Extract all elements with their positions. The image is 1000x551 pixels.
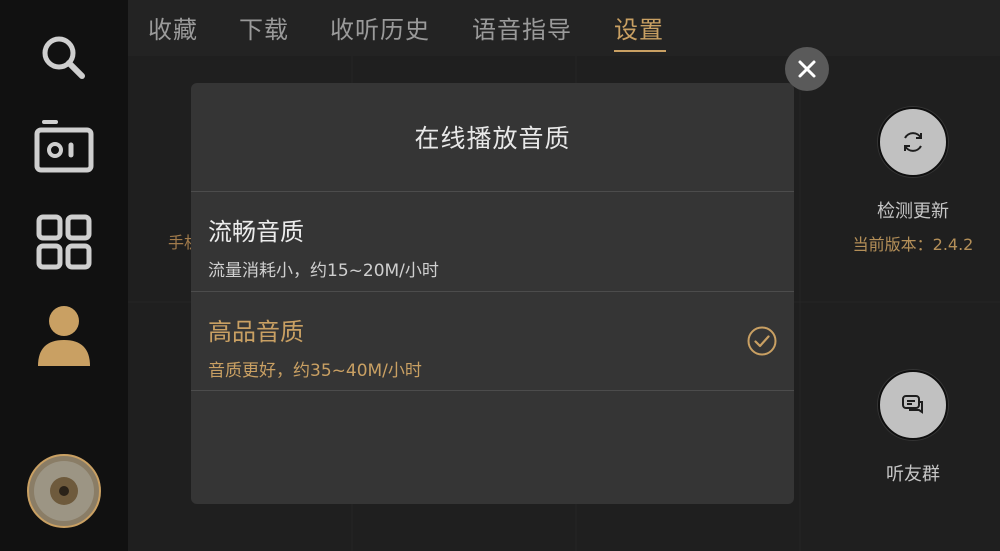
- grid-icon[interactable]: [34, 212, 94, 272]
- tab-settings[interactable]: 设置: [614, 10, 664, 45]
- option-title: 高品音质: [208, 318, 304, 346]
- option-smooth-quality[interactable]: 流畅音质 流量消耗小，约15~20M/小时: [191, 192, 794, 290]
- user-icon[interactable]: [34, 306, 94, 366]
- active-tab-underline: [614, 50, 666, 52]
- dialog-title: 在线播放音质: [414, 124, 571, 153]
- album-disc-icon[interactable]: [26, 453, 102, 529]
- option-subtitle: 流量消耗小，约15~20M/小时: [208, 261, 439, 281]
- option-high-quality[interactable]: 高品音质 音质更好，约35~40M/小时: [191, 292, 794, 390]
- close-icon: [798, 60, 816, 78]
- tab-history[interactable]: 收听历史: [330, 10, 430, 45]
- sidebar: [0, 0, 128, 551]
- option-title: 流畅音质: [208, 218, 304, 246]
- tab-bar: 收藏 下载 收听历史 语音指导 设置: [128, 0, 1000, 56]
- check-circle-icon: [747, 326, 777, 356]
- close-dialog-button[interactable]: [785, 47, 829, 91]
- app-root: 收藏 下载 收听历史 语音指导 设置 手机 检测更新 当前版本：2.4.2 听友…: [0, 0, 1000, 551]
- option-divider: [191, 390, 794, 391]
- radio-icon[interactable]: [34, 116, 94, 176]
- tab-downloads[interactable]: 下载: [239, 10, 289, 45]
- search-icon[interactable]: [34, 28, 94, 88]
- tab-favorites[interactable]: 收藏: [148, 10, 198, 45]
- audio-quality-dialog: 在线播放音质 流畅音质 流量消耗小，约15~20M/小时 高品音质 音质更好，约…: [191, 83, 794, 504]
- tab-voice-guide[interactable]: 语音指导: [472, 10, 572, 45]
- option-subtitle: 音质更好，约35~40M/小时: [208, 361, 422, 381]
